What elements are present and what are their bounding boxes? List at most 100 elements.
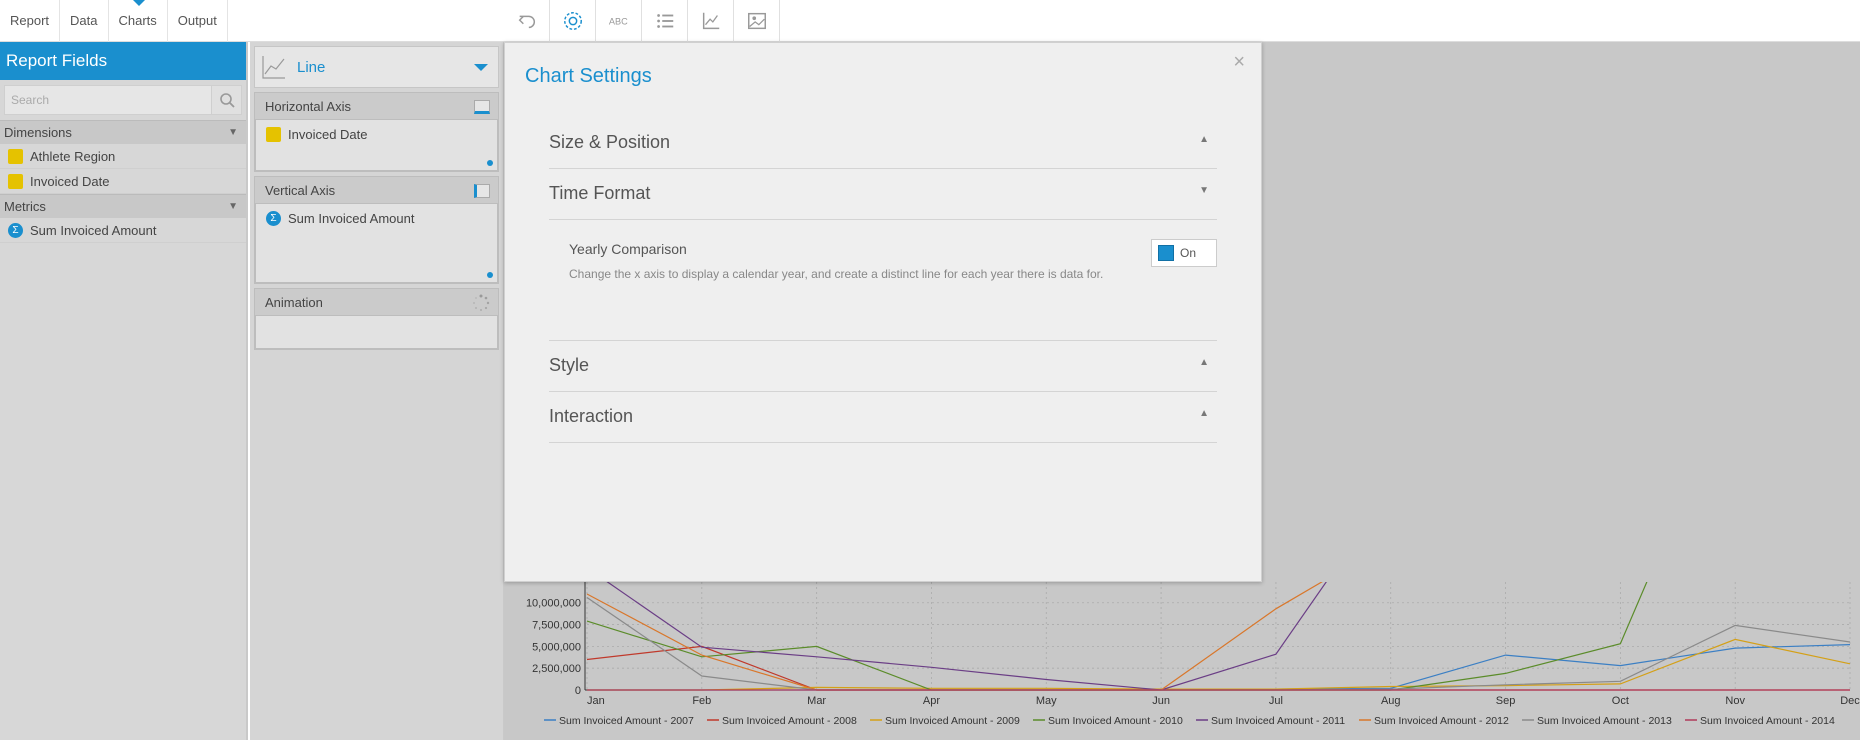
y-tick-label: 2,500,000	[532, 663, 581, 675]
animation-dropzone[interactable]	[254, 316, 499, 350]
legend-label[interactable]: Sum Invoiced Amount - 2007	[559, 715, 694, 727]
vertical-axis-label: Vertical Axis	[265, 183, 336, 198]
legend-label[interactable]: Sum Invoiced Amount - 2010	[1048, 715, 1183, 727]
horizontal-axis-dropzone[interactable]: Invoiced Date	[254, 120, 499, 172]
x-tick-label: Oct	[1612, 695, 1629, 707]
chevron-up-icon: ▲	[1199, 134, 1209, 145]
caret-down-icon	[474, 63, 488, 71]
vertical-axis-dropzone[interactable]: Σ Sum Invoiced Amount	[254, 204, 499, 284]
section-title: Size & Position	[549, 132, 671, 152]
legend-label[interactable]: Sum Invoiced Amount - 2008	[722, 715, 857, 727]
section-interaction[interactable]: Interaction ▲	[549, 392, 1217, 443]
report-fields-title: Report Fields	[0, 42, 246, 80]
field-athlete-region[interactable]: Athlete Region	[0, 144, 246, 169]
series-line[interactable]	[586, 582, 1850, 691]
x-tick-label: Jan	[587, 695, 605, 707]
y-tick-label: 10,000,000	[526, 598, 581, 610]
close-icon[interactable]: ×	[1233, 51, 1245, 74]
y-tick-label: 5,000,000	[532, 641, 581, 653]
top-nav: Report Data Charts Output	[0, 0, 504, 42]
chevron-up-icon: ▲	[1199, 408, 1209, 419]
x-tick-label: Mar	[807, 695, 826, 707]
x-tick-label: Apr	[923, 695, 940, 707]
chart-config-panel: Line Horizontal Axis Invoiced Date Verti…	[250, 42, 504, 740]
chevron-down-icon: ▼	[228, 201, 238, 212]
chart-toolbar: ABC	[504, 0, 1860, 42]
section-style[interactable]: Style ▲	[549, 341, 1217, 392]
x-tick-label: Nov	[1725, 695, 1745, 707]
toggle-knob	[1158, 245, 1174, 261]
image-icon[interactable]	[734, 0, 780, 42]
chart-type-select[interactable]: Line	[254, 46, 499, 88]
section-size-position[interactable]: Size & Position ▲	[549, 118, 1217, 169]
chevron-down-icon: ▼	[1199, 185, 1209, 196]
tab-data[interactable]: Data	[60, 0, 109, 42]
sigma-icon: Σ	[266, 210, 281, 226]
yearly-comparison-toggle[interactable]: On	[1151, 239, 1217, 267]
field-invoiced-date[interactable]: Invoiced Date	[0, 169, 246, 194]
search-icon[interactable]	[212, 85, 242, 115]
dimensions-label: Dimensions	[4, 125, 72, 140]
horizontal-axis-header: Horizontal Axis	[254, 92, 499, 120]
series-line[interactable]	[587, 644, 1851, 691]
series-line[interactable]	[587, 582, 1850, 691]
legend-label[interactable]: Sum Invoiced Amount - 2009	[885, 715, 1020, 727]
y-tick-label: 0	[575, 685, 581, 697]
x-tick-label: May	[1036, 695, 1057, 707]
field-sum-invoiced-amount[interactable]: Σ Sum Invoiced Amount	[0, 218, 246, 243]
yearly-comparison-setting: Yearly Comparison Change the x axis to d…	[549, 225, 1217, 341]
svg-text:ABC: ABC	[608, 17, 627, 27]
series-line[interactable]	[586, 597, 1851, 691]
chevron-down-icon: ▼	[228, 127, 238, 138]
vertical-axis-field[interactable]: Σ Sum Invoiced Amount	[256, 204, 497, 232]
drop-indicator	[487, 160, 493, 166]
series-line[interactable]	[587, 638, 1851, 691]
field-label: Sum Invoiced Amount	[30, 222, 157, 238]
field-search: Search	[4, 85, 242, 115]
field-label: Invoiced Date	[288, 126, 368, 142]
tab-charts[interactable]: Charts	[109, 0, 168, 42]
metrics-label: Metrics	[4, 199, 46, 214]
field-label: Athlete Region	[30, 148, 116, 164]
chart-settings-dialog: Chart Settings × Size & Position ▲ Time …	[504, 42, 1262, 582]
tab-output[interactable]: Output	[168, 0, 228, 42]
settings-icon[interactable]	[550, 0, 596, 42]
yearly-comparison-description: Change the x axis to display a calendar …	[569, 267, 1104, 281]
yearly-comparison-title: Yearly Comparison	[569, 241, 687, 257]
axis-icon[interactable]	[688, 0, 734, 42]
section-time-format[interactable]: Time Format ▼	[549, 169, 1217, 220]
chart-type-label: Line	[297, 58, 326, 76]
dimension-icon	[266, 126, 281, 142]
section-title: Style	[549, 355, 590, 375]
report-fields-panel: Report Fields Search Dimensions ▼ Athlet…	[0, 42, 248, 740]
legend-label[interactable]: Sum Invoiced Amount - 2013	[1537, 715, 1672, 727]
x-tick-label: Sep	[1496, 695, 1516, 707]
vertical-axis-icon	[474, 184, 490, 198]
section-title: Interaction	[549, 406, 634, 426]
animation-label: Animation	[265, 295, 323, 310]
dialog-title: Chart Settings	[525, 65, 652, 87]
metrics-section[interactable]: Metrics ▼	[0, 194, 246, 218]
y-tick-label: 7,500,000	[532, 620, 581, 632]
series-line[interactable]	[586, 582, 1850, 691]
search-input[interactable]: Search	[4, 85, 212, 115]
legend-label[interactable]: Sum Invoiced Amount - 2014	[1700, 715, 1835, 727]
x-tick-label: Jun	[1152, 695, 1170, 707]
tab-report[interactable]: Report	[0, 0, 61, 42]
vertical-axis-header: Vertical Axis	[254, 176, 499, 204]
abc-text-icon[interactable]: ABC	[596, 0, 642, 42]
legend-label[interactable]: Sum Invoiced Amount - 2011	[1211, 715, 1345, 727]
sigma-icon: Σ	[8, 222, 23, 238]
x-tick-label: Feb	[692, 695, 711, 707]
dimension-icon	[8, 148, 23, 164]
list-icon[interactable]	[642, 0, 688, 42]
field-label: Sum Invoiced Amount	[288, 210, 415, 226]
dimensions-section[interactable]: Dimensions ▼	[0, 120, 246, 144]
legend-label[interactable]: Sum Invoiced Amount - 2012	[1374, 715, 1509, 727]
x-tick-label: Jul	[1269, 695, 1283, 707]
horizontal-axis-field[interactable]: Invoiced Date	[256, 120, 497, 148]
section-title: Time Format	[549, 183, 651, 203]
undo-icon[interactable]	[504, 0, 550, 42]
field-label: Invoiced Date	[30, 173, 110, 189]
horizontal-axis-icon	[474, 100, 490, 114]
